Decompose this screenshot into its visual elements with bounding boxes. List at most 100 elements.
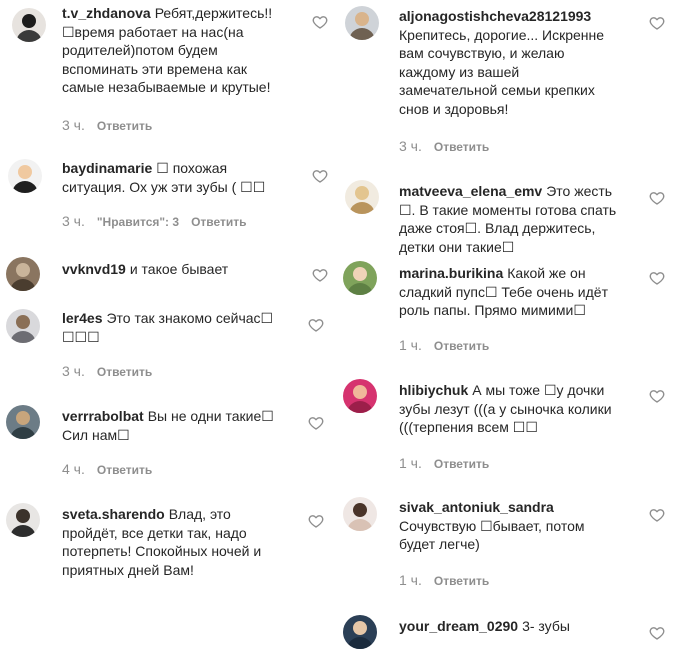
username[interactable]: matveeva_elena_emv	[399, 183, 542, 199]
username[interactable]: vvknvd19	[62, 261, 126, 277]
comment-line: потерпеть! Спокойных ночей и	[62, 543, 262, 560]
comment-line: Сочувствую ☐бывает, потом	[399, 517, 585, 534]
likes-count[interactable]: "Нравится": 3	[97, 215, 179, 229]
avatar[interactable]	[12, 8, 46, 42]
comment-text: matveeva_elena_emv Это жесть ☐. В такие м…	[399, 182, 616, 256]
avatar-head	[16, 411, 30, 425]
avatar[interactable]	[343, 615, 377, 649]
avatar-body	[349, 202, 375, 214]
comment-line: ☐время работает на нас(на	[62, 23, 244, 40]
comment-time: 1 ч.	[399, 337, 422, 353]
comment-meta: 3 ч. Ответить	[399, 138, 501, 154]
comment-line: ☐☐☐	[62, 328, 100, 345]
reply-button[interactable]: Ответить	[434, 140, 489, 154]
username[interactable]: sveta.sharendo	[62, 506, 165, 522]
comment-line: ☐ похожая	[156, 160, 228, 176]
comment-line: и такое бывает	[129, 261, 229, 277]
comment-text: aljonagostishcheva28121993 Крепитесь, до…	[399, 7, 604, 119]
reply-button[interactable]: Ответить	[434, 574, 489, 588]
avatar-body	[347, 519, 373, 531]
avatar[interactable]	[6, 309, 40, 343]
avatar-head	[355, 186, 369, 200]
avatar-head	[353, 267, 367, 281]
heart-outline-icon[interactable]	[308, 513, 324, 529]
reply-button[interactable]: Ответить	[97, 463, 152, 477]
avatar-body	[10, 525, 36, 537]
comment-time: 3 ч.	[399, 138, 422, 154]
avatar[interactable]	[6, 503, 40, 537]
avatar-body	[12, 181, 38, 193]
avatar-head	[353, 503, 367, 517]
comment-line: (((терпения всем ☐☐	[399, 419, 538, 436]
username[interactable]: verrrabolbat	[62, 408, 144, 424]
heart-outline-icon[interactable]	[649, 507, 665, 523]
comment-text: ler4es Это так знакомо сейчас☐ ☐☐☐	[62, 309, 273, 346]
comment-line: Ребят,держитесь!!	[154, 5, 273, 21]
reply-button[interactable]: Ответить	[97, 365, 152, 379]
avatar[interactable]	[343, 497, 377, 531]
heart-outline-icon[interactable]	[649, 190, 665, 206]
comment-time: 1 ч.	[399, 455, 422, 471]
comment-line: сладкий пупс☐ Тебе очень идёт	[399, 283, 608, 300]
avatar[interactable]	[6, 405, 40, 439]
avatar[interactable]	[343, 379, 377, 413]
heart-outline-icon[interactable]	[649, 625, 665, 641]
avatar-body	[10, 331, 36, 343]
comment-line: Сил нам☐	[62, 426, 130, 443]
comment-text: sivak_antoniuk_sandra Сочувствую ☐бывает…	[399, 498, 584, 554]
comment-line: даже стоя☐. Влад держитесь,	[399, 220, 596, 237]
username[interactable]: hlibiychuk	[399, 382, 468, 398]
username[interactable]: marina.burikina	[399, 265, 503, 281]
reply-button[interactable]: Ответить	[191, 215, 246, 229]
reply-button[interactable]: Ответить	[97, 119, 152, 133]
username[interactable]: baydinamarie	[62, 160, 152, 176]
avatar-head	[16, 509, 30, 523]
comment-time: 3 ч.	[62, 213, 85, 229]
heart-outline-icon[interactable]	[649, 388, 665, 404]
avatar-head	[16, 315, 30, 329]
username[interactable]: your_dream_0290	[399, 618, 518, 634]
comment-line: вспоминать эти времена как	[62, 60, 248, 77]
avatar[interactable]	[343, 261, 377, 295]
heart-outline-icon[interactable]	[312, 267, 328, 283]
avatar[interactable]	[345, 180, 379, 214]
heart-outline-icon[interactable]	[312, 168, 328, 184]
username[interactable]: t.v_zhdanova	[62, 5, 151, 21]
username[interactable]: sivak_antoniuk_sandra	[399, 499, 554, 515]
comment-line: вам сочувствую, и желаю	[399, 45, 565, 62]
comment-text: hlibiychuk А мы тоже ☐у дочки зубы лезут …	[399, 381, 612, 437]
avatar-head	[353, 621, 367, 635]
avatar-body	[349, 28, 375, 40]
avatar-body	[347, 401, 373, 413]
comment-meta: 1 ч. Ответить	[399, 572, 501, 588]
heart-outline-icon[interactable]	[308, 415, 324, 431]
avatar-head	[22, 14, 36, 28]
avatar-body	[347, 283, 373, 295]
username[interactable]: aljonagostishcheva28121993	[399, 8, 591, 24]
avatar[interactable]	[345, 6, 379, 40]
avatar[interactable]	[6, 257, 40, 291]
comment-line: снов и здоровья!	[399, 100, 509, 117]
avatar-body	[10, 427, 36, 439]
comment-line: ситуация. Ох уж эти зубы ( ☐☐	[62, 178, 266, 195]
comment-text: marina.burikina Какой же он сладкий пупс☐…	[399, 264, 608, 320]
comment-line: Какой же он	[507, 265, 586, 281]
heart-outline-icon[interactable]	[312, 14, 328, 30]
reply-button[interactable]: Ответить	[434, 457, 489, 471]
heart-outline-icon[interactable]	[649, 270, 665, 286]
reply-button[interactable]: Ответить	[434, 339, 489, 353]
comment-text: baydinamarie ☐ похожая ситуация. Ох уж эт…	[62, 159, 265, 196]
comment-text: your_dream_0290 3- зубы	[399, 617, 570, 636]
comment-line: замечательной семьи крепких	[399, 82, 595, 99]
comment-time: 3 ч.	[62, 363, 85, 379]
username[interactable]: ler4es	[62, 310, 102, 326]
comment-meta: 3 ч. Ответить	[62, 363, 164, 379]
comment-text: verrrabolbat Вы не одни такие☐ Сил нам☐	[62, 407, 274, 444]
comment-line: детки они такие☐	[399, 238, 515, 255]
comment-time: 1 ч.	[399, 572, 422, 588]
heart-outline-icon[interactable]	[308, 317, 324, 333]
comment-meta: 1 ч. Ответить	[399, 455, 501, 471]
heart-outline-icon[interactable]	[649, 15, 665, 31]
avatar[interactable]	[8, 159, 42, 193]
comment-meta: 1 ч. Ответить	[399, 337, 501, 353]
